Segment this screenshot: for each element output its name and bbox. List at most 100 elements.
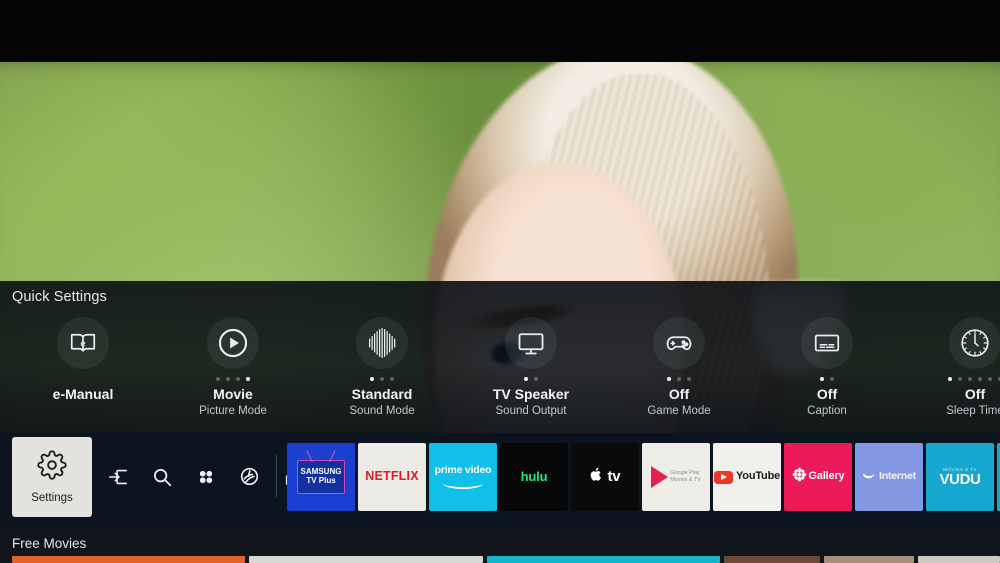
google-play-triangle-icon [651, 466, 669, 488]
free-movie-thumbnail[interactable] [12, 556, 246, 563]
quick-setting-value: e-Manual [52, 386, 114, 402]
ambient-mode-icon[interactable] [236, 463, 263, 490]
clock-icon [949, 317, 1000, 369]
letterbox-top-bar [0, 0, 1000, 62]
play-circle-icon [207, 317, 259, 369]
app-label: VUDU [939, 470, 981, 488]
free-movie-thumbnail[interactable] [249, 556, 483, 563]
quick-setting-value: TV Speaker [492, 386, 570, 402]
dot [948, 377, 952, 381]
app-tile-netflix[interactable]: NETFLIX [358, 443, 426, 511]
app-label-line2: TV Plus [306, 476, 336, 485]
quick-setting-dots [820, 374, 834, 384]
dot [677, 377, 681, 381]
gear-icon [37, 450, 67, 485]
dot [968, 377, 972, 381]
app-label: Gallery [808, 470, 845, 483]
app-label: tv [603, 468, 621, 486]
app-label: YouTube [735, 470, 781, 483]
quick-setting-sound-output[interactable]: TV Speaker Sound Output [456, 317, 606, 417]
app-tile-samsung-tv-plus[interactable]: SAMSUNG TV Plus [287, 443, 355, 511]
quick-settings-title: Quick Settings [12, 289, 107, 305]
dot [534, 377, 538, 381]
quick-setting-picture-mode[interactable]: Movie Picture Mode [158, 317, 308, 417]
quick-setting-game-mode[interactable]: Off Game Mode [604, 317, 754, 417]
quick-setting-label: Picture Mode [199, 405, 267, 417]
free-movie-thumbnail[interactable] [917, 556, 1000, 563]
dot [390, 377, 394, 381]
app-tile-internet[interactable]: Internet [855, 443, 923, 511]
dot [687, 377, 691, 381]
quick-setting-dots [216, 374, 250, 384]
apps-grid-icon[interactable] [192, 463, 219, 490]
dot [830, 377, 834, 381]
app-tile-youtube[interactable]: YouTube [713, 443, 781, 511]
dot [958, 377, 962, 381]
quick-setting-caption[interactable]: Off Caption [752, 317, 902, 417]
launcher-bar: Settings SAMSUNG TV Plus NETFLIX prime v… [0, 433, 1000, 525]
quick-setting-value: Off [668, 386, 690, 402]
nav-divider [276, 455, 277, 497]
book-e-manual-icon: e [57, 317, 109, 369]
source-input-icon[interactable] [104, 463, 131, 490]
game-controller-icon [653, 317, 705, 369]
quick-setting-dots [948, 374, 1000, 384]
app-label: Internet [879, 470, 916, 483]
quick-setting-value: Standard [351, 386, 413, 402]
free-movies-thumbnail-strip [12, 556, 1000, 563]
app-tile-apple-tv[interactable]: tv [571, 443, 639, 511]
sound-wave-icon [356, 317, 408, 369]
free-movie-thumbnail[interactable] [486, 556, 721, 563]
quick-setting-sleep-time[interactable]: Off Sleep Time [900, 317, 1000, 417]
dot [667, 377, 671, 381]
app-tile-gallery[interactable]: Gallery [784, 443, 852, 511]
quick-setting-e-manual[interactable]: e e-Manual [8, 317, 158, 402]
dot [370, 377, 374, 381]
prime-smile-icon [442, 478, 483, 489]
dot [978, 377, 982, 381]
app-tile-prime-video[interactable]: prime video [429, 443, 497, 511]
caption-box-icon [801, 317, 853, 369]
quick-setting-label: Sound Output [495, 405, 567, 417]
quick-setting-value: Off [964, 386, 986, 402]
samsung-tv-plus-logo-icon: SAMSUNG TV Plus [297, 460, 345, 494]
app-rail: SAMSUNG TV Plus NETFLIX prime video hulu [287, 443, 1000, 511]
dot [988, 377, 992, 381]
quick-setting-dots [524, 374, 538, 384]
app-label-line2: Movies & TV [670, 477, 701, 483]
dot [820, 377, 824, 381]
settings-tile[interactable]: Settings [12, 437, 92, 517]
tv-screen: Quick Settings e e-Manual Movie Picture Mod… [0, 0, 1000, 563]
quick-setting-label: Caption [807, 405, 847, 417]
quick-setting-label: Sound Mode [349, 405, 415, 417]
dot [226, 377, 230, 381]
search-icon[interactable] [148, 463, 175, 490]
dot [524, 377, 528, 381]
dot [216, 377, 220, 381]
quick-setting-value: Movie [213, 386, 253, 402]
free-movies-title: Free Movies [12, 536, 87, 551]
quick-setting-dots [370, 374, 394, 384]
app-label-line1: Google Play [670, 469, 700, 476]
settings-tile-label: Settings [31, 492, 73, 504]
quick-setting-value: Off [816, 386, 838, 402]
svg-text:e: e [80, 338, 85, 349]
quick-setting-sound-mode[interactable]: Standard Sound Mode [307, 317, 457, 417]
apple-logo-icon [590, 467, 603, 487]
dot [246, 377, 250, 381]
free-movie-thumbnail[interactable] [724, 556, 821, 563]
internet-globe-icon [862, 468, 876, 487]
free-movie-thumbnail[interactable] [824, 556, 914, 563]
app-tile-hulu[interactable]: hulu [500, 443, 568, 511]
quick-settings-row: e e-Manual Movie Picture Mode Standard Sound … [0, 317, 1000, 429]
app-tile-vudu[interactable]: MOVIES & TV VUDU [926, 443, 994, 511]
gallery-flower-icon [792, 467, 807, 487]
app-tile-google-play-movies[interactable]: Google Play Movies & TV [642, 443, 710, 511]
tv-monitor-icon [505, 317, 557, 369]
dot [236, 377, 240, 381]
app-label: prime video [434, 463, 492, 476]
app-label: NETFLIX [365, 469, 419, 484]
quick-setting-label: Sleep Time [946, 405, 1000, 417]
app-label: hulu [520, 469, 548, 485]
youtube-play-icon [713, 470, 733, 484]
